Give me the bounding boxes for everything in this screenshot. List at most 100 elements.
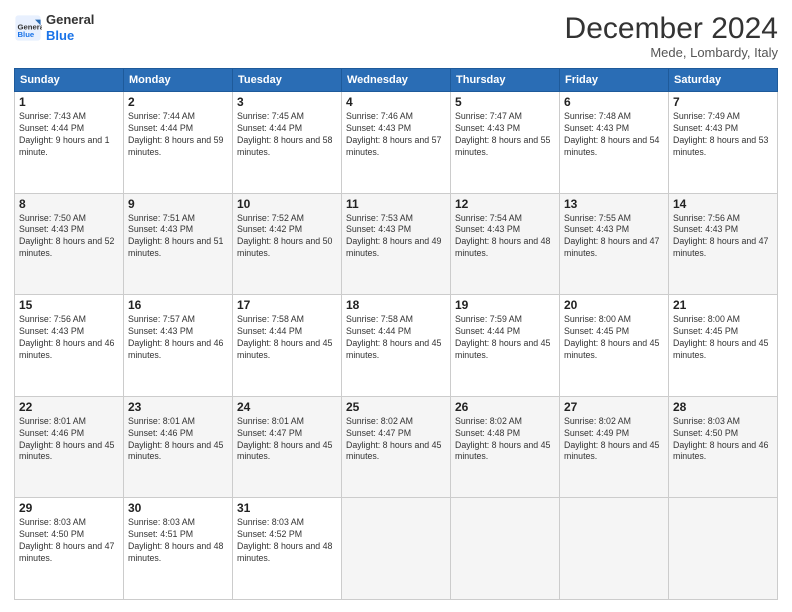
header: General Blue General Blue December 2024 …	[14, 12, 778, 60]
day-number: 17	[237, 298, 337, 312]
day-cell: 22 Sunrise: 8:01 AMSunset: 4:46 PMDayligh…	[15, 396, 124, 498]
day-info: Sunrise: 8:02 AMSunset: 4:48 PMDaylight:…	[455, 416, 555, 464]
day-info: Sunrise: 7:44 AMSunset: 4:44 PMDaylight:…	[128, 111, 228, 159]
day-info: Sunrise: 7:49 AMSunset: 4:43 PMDaylight:…	[673, 111, 773, 159]
day-info: Sunrise: 8:00 AMSunset: 4:45 PMDaylight:…	[673, 314, 773, 362]
day-number: 13	[564, 197, 664, 211]
day-number: 31	[237, 501, 337, 515]
day-info: Sunrise: 8:01 AMSunset: 4:46 PMDaylight:…	[19, 416, 119, 464]
day-info: Sunrise: 7:55 AMSunset: 4:43 PMDaylight:…	[564, 213, 664, 261]
day-cell	[451, 498, 560, 600]
day-cell: 6Sunrise: 7:48 AMSunset: 4:43 PMDaylight…	[560, 92, 669, 194]
day-cell: 27 Sunrise: 8:02 AMSunset: 4:49 PMDayligh…	[560, 396, 669, 498]
day-cell: 23Sunrise: 8:01 AMSunset: 4:46 PMDayligh…	[124, 396, 233, 498]
day-info: Sunrise: 7:51 AMSunset: 4:43 PMDaylight:…	[128, 213, 228, 261]
day-info: Sunrise: 7:58 AMSunset: 4:44 PMDaylight:…	[346, 314, 446, 362]
week-row-2: 8Sunrise: 7:50 AMSunset: 4:43 PMDaylight…	[15, 193, 778, 295]
day-info: Sunrise: 7:56 AMSunset: 4:43 PMDaylight:…	[673, 213, 773, 261]
day-cell: 28Sunrise: 8:03 AMSunset: 4:50 PMDayligh…	[669, 396, 778, 498]
subtitle: Mede, Lombardy, Italy	[565, 45, 778, 60]
day-info: Sunrise: 7:47 AMSunset: 4:43 PMDaylight:…	[455, 111, 555, 159]
header-cell-wednesday: Wednesday	[342, 69, 451, 92]
day-number: 19	[455, 298, 555, 312]
day-number: 24	[237, 400, 337, 414]
header-cell-saturday: Saturday	[669, 69, 778, 92]
week-row-3: 15 Sunrise: 7:56 AMSunset: 4:43 PMDayligh…	[15, 295, 778, 397]
day-info: Sunrise: 7:46 AMSunset: 4:43 PMDaylight:…	[346, 111, 446, 159]
header-row: SundayMondayTuesdayWednesdayThursdayFrid…	[15, 69, 778, 92]
day-number: 21	[673, 298, 773, 312]
logo: General Blue General Blue	[14, 12, 94, 43]
title-area: December 2024 Mede, Lombardy, Italy	[565, 12, 778, 60]
page: General Blue General Blue December 2024 …	[0, 0, 792, 612]
day-number: 26	[455, 400, 555, 414]
day-info: Sunrise: 7:45 AMSunset: 4:44 PMDaylight:…	[237, 111, 337, 159]
day-number: 11	[346, 197, 446, 211]
day-number: 10	[237, 197, 337, 211]
day-info: Sunrise: 7:43 AMSunset: 4:44 PMDaylight:…	[19, 111, 119, 159]
day-number: 18	[346, 298, 446, 312]
day-cell: 9 Sunrise: 7:51 AMSunset: 4:43 PMDaylight…	[124, 193, 233, 295]
day-cell: 31 Sunrise: 8:03 AMSunset: 4:52 PMDayligh…	[233, 498, 342, 600]
day-number: 4	[346, 95, 446, 109]
logo-line1: General	[46, 12, 94, 28]
logo-line2: Blue	[46, 28, 94, 44]
day-cell: 7 Sunrise: 7:49 AMSunset: 4:43 PMDaylight…	[669, 92, 778, 194]
week-row-4: 22 Sunrise: 8:01 AMSunset: 4:46 PMDayligh…	[15, 396, 778, 498]
day-cell	[669, 498, 778, 600]
day-number: 5	[455, 95, 555, 109]
header-cell-thursday: Thursday	[451, 69, 560, 92]
day-info: Sunrise: 7:52 AMSunset: 4:42 PMDaylight:…	[237, 213, 337, 261]
day-number: 12	[455, 197, 555, 211]
day-info: Sunrise: 8:03 AMSunset: 4:52 PMDaylight:…	[237, 517, 337, 565]
day-cell: 24 Sunrise: 8:01 AMSunset: 4:47 PMDayligh…	[233, 396, 342, 498]
day-cell: 20Sunrise: 8:00 AMSunset: 4:45 PMDayligh…	[560, 295, 669, 397]
svg-text:Blue: Blue	[18, 30, 35, 39]
day-cell: 13 Sunrise: 7:55 AMSunset: 4:43 PMDayligh…	[560, 193, 669, 295]
day-cell	[342, 498, 451, 600]
day-number: 9	[128, 197, 228, 211]
logo-icon: General Blue	[14, 14, 42, 42]
day-cell: 15 Sunrise: 7:56 AMSunset: 4:43 PMDayligh…	[15, 295, 124, 397]
day-cell: 29 Sunrise: 8:03 AMSunset: 4:50 PMDayligh…	[15, 498, 124, 600]
day-number: 2	[128, 95, 228, 109]
day-info: Sunrise: 8:03 AMSunset: 4:51 PMDaylight:…	[128, 517, 228, 565]
day-info: Sunrise: 7:53 AMSunset: 4:43 PMDaylight:…	[346, 213, 446, 261]
day-number: 7	[673, 95, 773, 109]
day-cell: 10 Sunrise: 7:52 AMSunset: 4:42 PMDayligh…	[233, 193, 342, 295]
day-info: Sunrise: 7:54 AMSunset: 4:43 PMDaylight:…	[455, 213, 555, 261]
day-number: 14	[673, 197, 773, 211]
day-cell: 25Sunrise: 8:02 AMSunset: 4:47 PMDayligh…	[342, 396, 451, 498]
day-cell: 2 Sunrise: 7:44 AMSunset: 4:44 PMDaylight…	[124, 92, 233, 194]
day-cell: 1 Sunrise: 7:43 AMSunset: 4:44 PMDaylight…	[15, 92, 124, 194]
day-number: 28	[673, 400, 773, 414]
day-number: 6	[564, 95, 664, 109]
day-cell: 18 Sunrise: 7:58 AMSunset: 4:44 PMDayligh…	[342, 295, 451, 397]
day-cell: 26 Sunrise: 8:02 AMSunset: 4:48 PMDayligh…	[451, 396, 560, 498]
day-info: Sunrise: 8:02 AMSunset: 4:49 PMDaylight:…	[564, 416, 664, 464]
day-number: 23	[128, 400, 228, 414]
day-number: 3	[237, 95, 337, 109]
day-number: 30	[128, 501, 228, 515]
calendar-table: SundayMondayTuesdayWednesdayThursdayFrid…	[14, 68, 778, 600]
day-number: 15	[19, 298, 119, 312]
day-cell: 30 Sunrise: 8:03 AMSunset: 4:51 PMDayligh…	[124, 498, 233, 600]
header-cell-monday: Monday	[124, 69, 233, 92]
day-number: 22	[19, 400, 119, 414]
day-info: Sunrise: 8:03 AMSunset: 4:50 PMDaylight:…	[19, 517, 119, 565]
day-info: Sunrise: 7:58 AMSunset: 4:44 PMDaylight:…	[237, 314, 337, 362]
day-cell: 19Sunrise: 7:59 AMSunset: 4:44 PMDayligh…	[451, 295, 560, 397]
header-cell-sunday: Sunday	[15, 69, 124, 92]
day-info: Sunrise: 8:00 AMSunset: 4:45 PMDaylight:…	[564, 314, 664, 362]
day-info: Sunrise: 7:56 AMSunset: 4:43 PMDaylight:…	[19, 314, 119, 362]
day-info: Sunrise: 8:01 AMSunset: 4:47 PMDaylight:…	[237, 416, 337, 464]
day-cell: 3 Sunrise: 7:45 AMSunset: 4:44 PMDaylight…	[233, 92, 342, 194]
header-cell-friday: Friday	[560, 69, 669, 92]
day-number: 27	[564, 400, 664, 414]
day-info: Sunrise: 8:02 AMSunset: 4:47 PMDaylight:…	[346, 416, 446, 464]
day-cell: 21 Sunrise: 8:00 AMSunset: 4:45 PMDayligh…	[669, 295, 778, 397]
day-number: 16	[128, 298, 228, 312]
day-number: 1	[19, 95, 119, 109]
day-number: 8	[19, 197, 119, 211]
day-number: 29	[19, 501, 119, 515]
